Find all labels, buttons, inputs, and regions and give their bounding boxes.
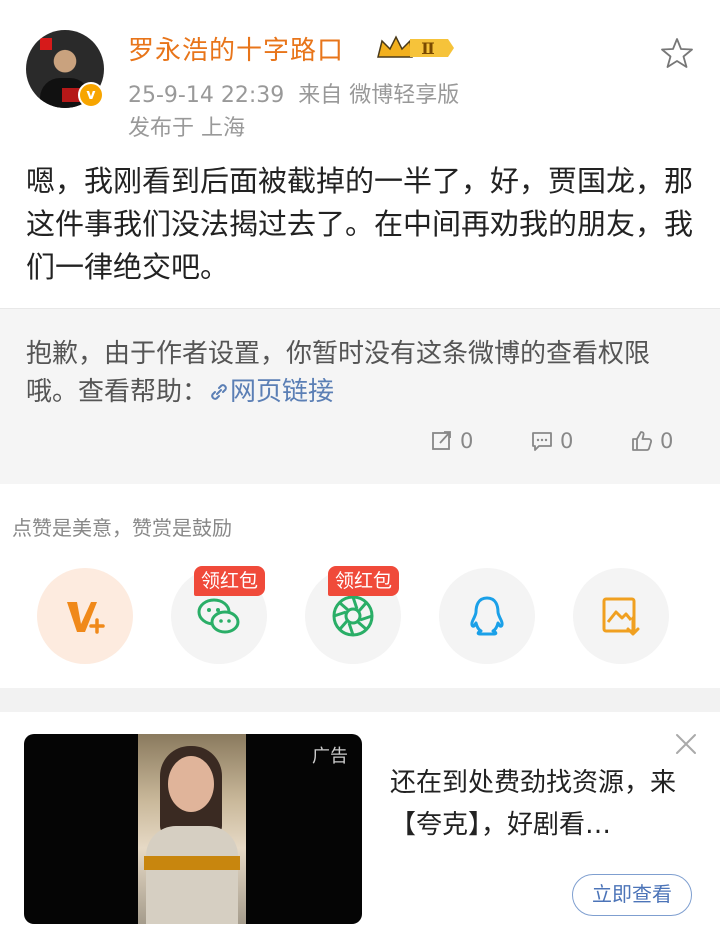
qq-icon xyxy=(470,596,504,636)
reward-v-plus-icon xyxy=(67,602,105,634)
retweet-notice-text: 抱歉，由于作者设置，你暂时没有这条微博的查看权限哦。查看帮助： xyxy=(26,339,651,407)
web-link-label: 网页链接 xyxy=(230,377,335,407)
redpacket-tag: 领红包 xyxy=(328,566,400,596)
share-qq-button[interactable] xyxy=(439,568,535,664)
wechat-icon xyxy=(197,598,240,634)
post-meta: 25-9-14 22:39 来自 微博轻享版 xyxy=(128,77,459,109)
reward-share-section: 点赞是美意，赞赏是鼓励 领红包 领红包 xyxy=(0,484,720,688)
post-source[interactable]: 来自 微博轻享版 xyxy=(298,83,459,108)
avatar-logo xyxy=(40,38,52,50)
retweet-notice: 抱歉，由于作者设置，你暂时没有这条微博的查看权限哦。查看帮助： 网页链接 xyxy=(26,335,696,411)
post-time: 25-9-14 22:39 xyxy=(128,83,285,108)
ad-presenter-image xyxy=(138,734,246,924)
save-image-button[interactable] xyxy=(573,568,669,664)
comment-button[interactable]: 0 xyxy=(530,429,573,453)
view-now-button[interactable]: 立即查看 xyxy=(572,874,692,916)
link-icon xyxy=(211,384,227,400)
thumbs-up-icon xyxy=(632,431,653,451)
like-count: 0 xyxy=(660,429,674,453)
section-divider xyxy=(0,688,720,712)
reward-button[interactable] xyxy=(37,568,133,664)
repost-button[interactable]: 0 xyxy=(430,429,473,453)
ad-title[interactable]: 还在到处费劲找资源，来【夸克】，好剧看… xyxy=(390,762,700,846)
moments-icon xyxy=(332,595,374,637)
member-level: Ⅱ xyxy=(421,39,434,58)
ad-label: 广告 xyxy=(312,746,348,767)
save-image-icon xyxy=(602,597,640,636)
like-button[interactable]: 0 xyxy=(630,429,673,453)
verified-icon: v xyxy=(78,82,104,108)
comment-count: 0 xyxy=(560,429,574,453)
member-crown-icon[interactable]: Ⅱ xyxy=(376,33,454,63)
repost-count: 0 xyxy=(460,429,474,453)
redpacket-tag: 领红包 xyxy=(194,566,266,596)
post-text: 嗯，我刚看到后面被截掉的一半了，好，贾国龙，那这件事我们没法揭过去了。在中间再劝… xyxy=(26,164,694,284)
username[interactable]: 罗永浩的十字路口 xyxy=(128,30,344,67)
ad-card[interactable]: 广告 还在到处费劲找资源，来【夸克】，好剧看… 立即查看 xyxy=(0,712,720,950)
weibo-post: v 罗永浩的十字路口 Ⅱ 25-9-14 22:39 来自 微博轻享版 发布于 上… xyxy=(0,0,720,308)
close-icon[interactable] xyxy=(674,732,698,756)
web-link[interactable]: 网页链接 xyxy=(208,377,334,407)
comment-icon xyxy=(532,432,552,451)
ad-video-thumbnail[interactable]: 广告 xyxy=(24,734,362,924)
retweet-box[interactable]: 抱歉，由于作者设置，你暂时没有这条微博的查看权限哦。查看帮助： 网页链接 0 0 … xyxy=(0,308,720,484)
repost-icon xyxy=(432,431,451,450)
post-location: 发布于 上海 xyxy=(128,116,245,141)
star-icon[interactable] xyxy=(660,36,694,70)
reward-note: 点赞是美意，赞赏是鼓励 xyxy=(12,516,232,540)
